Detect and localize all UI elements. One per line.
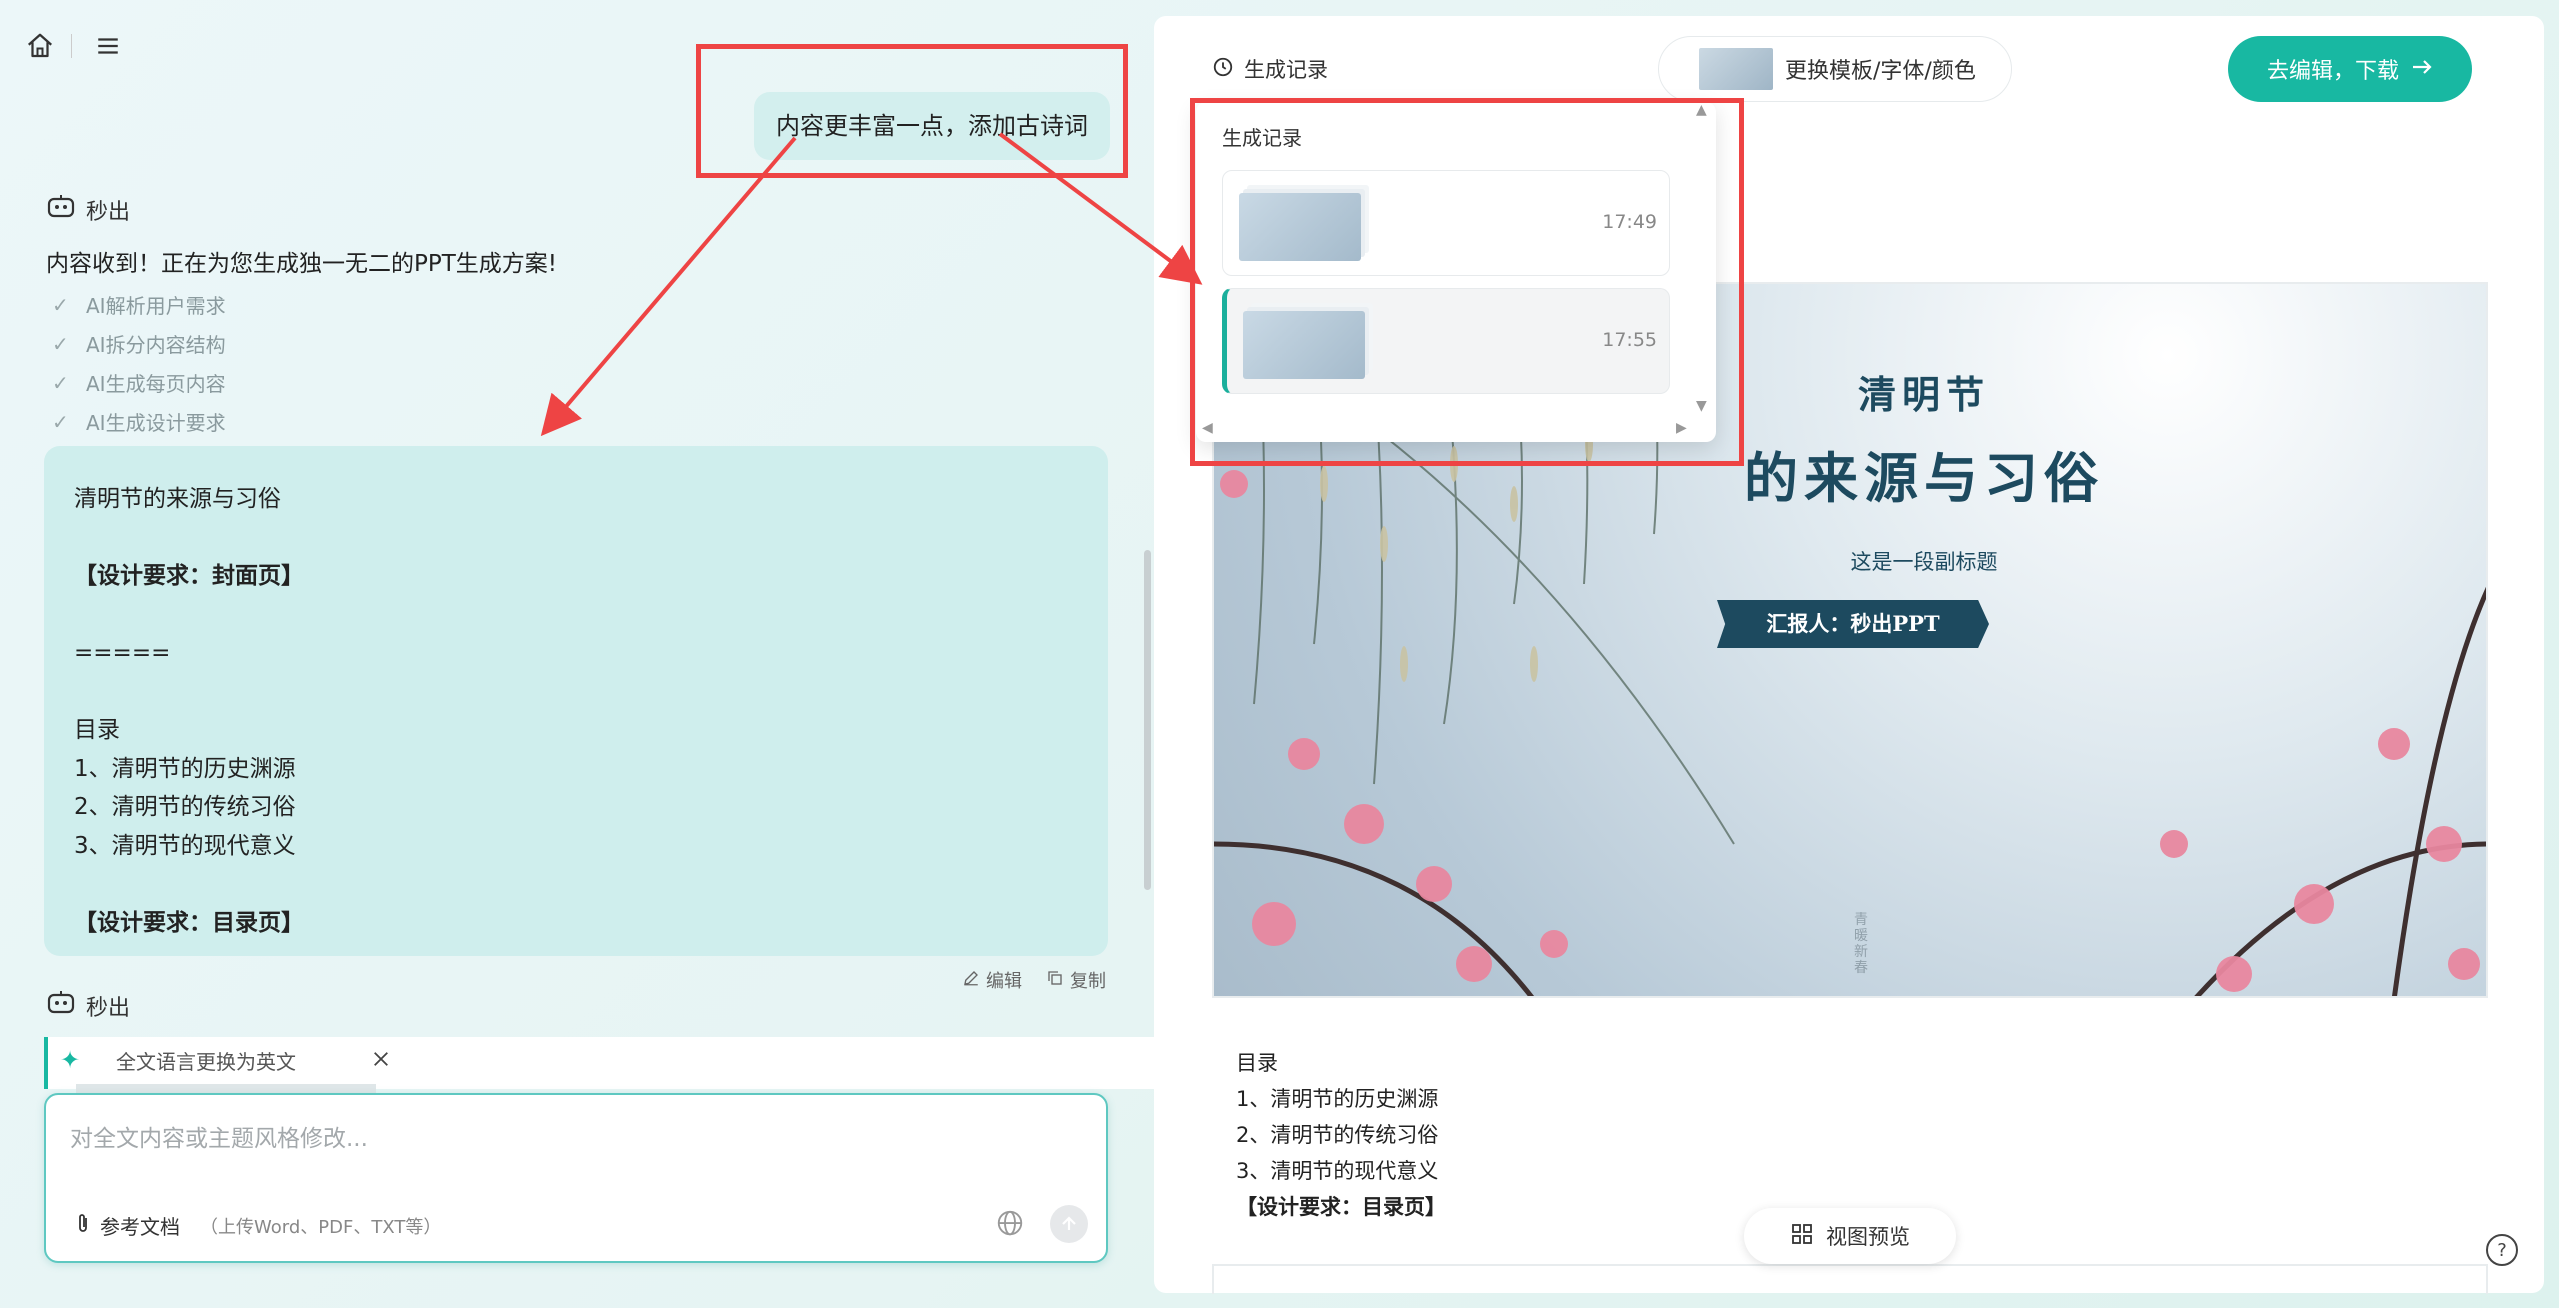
annotation-arrow-to-history [998,132,1203,285]
annotation-arrow-to-card [540,136,797,437]
annotation-arrows [540,132,1203,437]
